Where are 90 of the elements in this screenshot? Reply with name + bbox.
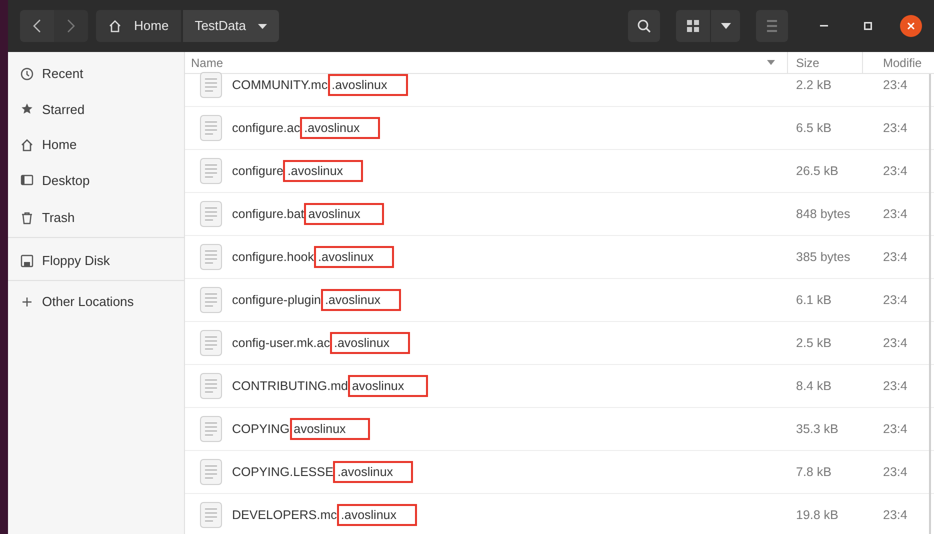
close-button[interactable]: [900, 15, 922, 37]
path-button[interactable]: Home: [96, 10, 181, 42]
text-file-icon: [200, 158, 222, 184]
sidebar-item[interactable]: Recent: [8, 56, 184, 92]
view-options-button[interactable]: [710, 10, 740, 42]
close-icon: [907, 22, 915, 30]
highlight-label: .avoslinux: [328, 74, 408, 96]
highlight-label: .avoslinux: [333, 461, 414, 483]
sidebar-item[interactable]: Trash: [8, 198, 184, 238]
file-name: configure.hook: [232, 248, 314, 266]
highlight-label: avoslinux: [304, 203, 384, 225]
highlight-label: avoslinux: [348, 375, 428, 397]
file-name: CONTRIBUTING.md: [232, 378, 348, 395]
minimize-icon: [820, 25, 828, 27]
file-name: config-user.mk.ac: [232, 334, 330, 352]
desktop-icon: [20, 173, 34, 188]
text-file-icon: [200, 201, 222, 227]
back-icon: [33, 19, 41, 33]
sidebar-item[interactable]: Starred: [8, 92, 184, 127]
grid-icon: [687, 20, 699, 32]
text-file-icon: [200, 373, 222, 399]
modified-cell-text: 23:4: [882, 464, 908, 481]
path-button[interactable]: TestData: [182, 10, 279, 42]
size-cell-text: 7.8 kB: [795, 464, 832, 481]
sidebar-item[interactable]: Home: [8, 127, 184, 162]
clock-icon: [20, 66, 34, 81]
modified-cell-text: 23:4: [882, 248, 908, 266]
dropdown-icon: [720, 23, 730, 29]
text-file-icon: [200, 416, 222, 442]
highlight-label: .avoslinux: [320, 289, 401, 311]
floppy-icon: [20, 254, 34, 268]
column-header[interactable]: Modifie: [863, 52, 934, 73]
highlight-label: .avoslinux: [300, 117, 380, 139]
menu-button[interactable]: [756, 10, 788, 42]
search-button[interactable]: [628, 10, 660, 42]
search-icon: [637, 19, 651, 33]
file-name: configure.bat: [232, 206, 304, 223]
home-icon: [108, 19, 122, 33]
forward-icon: [67, 19, 75, 33]
highlight-label: .avoslinux: [330, 332, 410, 354]
modified-cell-text: 23:4: [882, 162, 908, 180]
highlight-label: .avoslinux: [336, 504, 417, 526]
text-file-icon: [200, 115, 222, 141]
modified-cell-text: 23:4: [882, 378, 908, 395]
file-name: COPYING.LESSE: [232, 464, 334, 481]
file-name: COMMUNITY.mc: [232, 76, 328, 94]
size-cell-text: 6.1 kB: [795, 292, 832, 309]
column-header[interactable]: Size: [788, 52, 863, 73]
text-file-icon: [200, 330, 222, 356]
plus-icon: [20, 294, 34, 309]
modified-cell-text: 23:4: [882, 506, 908, 524]
highlight-label: .avoslinux: [314, 246, 394, 268]
sidebar-item[interactable]: Floppy Disk: [8, 241, 184, 281]
modified-cell-text: 23:4: [882, 292, 908, 309]
modified-cell-text: 23:4: [882, 334, 908, 352]
sidebar-item[interactable]: Other Locations: [8, 284, 184, 320]
view-grid-button[interactable]: [676, 10, 710, 42]
sort-icon: [767, 60, 775, 65]
trash-icon: [20, 210, 34, 224]
size-cell-text: 19.8 kB: [795, 506, 840, 524]
size-cell-text: 35.3 kB: [795, 420, 840, 438]
modified-cell-text: 23:4: [882, 76, 908, 94]
size-cell-text: 2.2 kB: [795, 76, 832, 94]
text-file-icon: [200, 459, 222, 485]
modified-cell-text: 23:4: [882, 120, 908, 137]
home-icon: [20, 138, 34, 152]
file-name: COPYING: [232, 420, 290, 438]
file-name: configure: [232, 162, 284, 180]
file-name: configure-plugin: [232, 292, 321, 309]
file-name: DEVELOPERS.mc: [232, 506, 337, 524]
file-name: configure.ac: [232, 120, 300, 137]
size-cell-text: 2.5 kB: [795, 334, 832, 352]
size-cell-text: 848 bytes: [795, 206, 852, 223]
highlight-label: .avoslinux: [283, 160, 364, 182]
modified-cell-text: 23:4: [882, 206, 908, 223]
size-cell-text: 385 bytes: [795, 248, 852, 266]
modified-cell-text: 23:4: [882, 420, 908, 438]
size-cell-text: 6.5 kB: [795, 120, 832, 137]
highlight-label: avoslinux: [290, 418, 370, 440]
sidebar-item[interactable]: Desktop: [8, 162, 184, 198]
size-cell-text: 8.4 kB: [795, 378, 832, 395]
menu-icon: [767, 20, 777, 32]
text-file-icon: [200, 502, 222, 528]
maximize-icon: [864, 22, 872, 30]
text-file-icon: [200, 72, 222, 98]
size-cell-text: 26.5 kB: [795, 162, 840, 180]
star-icon: [20, 102, 34, 116]
dropdown-icon: [258, 24, 267, 28]
text-file-icon: [200, 244, 222, 270]
text-file-icon: [200, 287, 222, 313]
